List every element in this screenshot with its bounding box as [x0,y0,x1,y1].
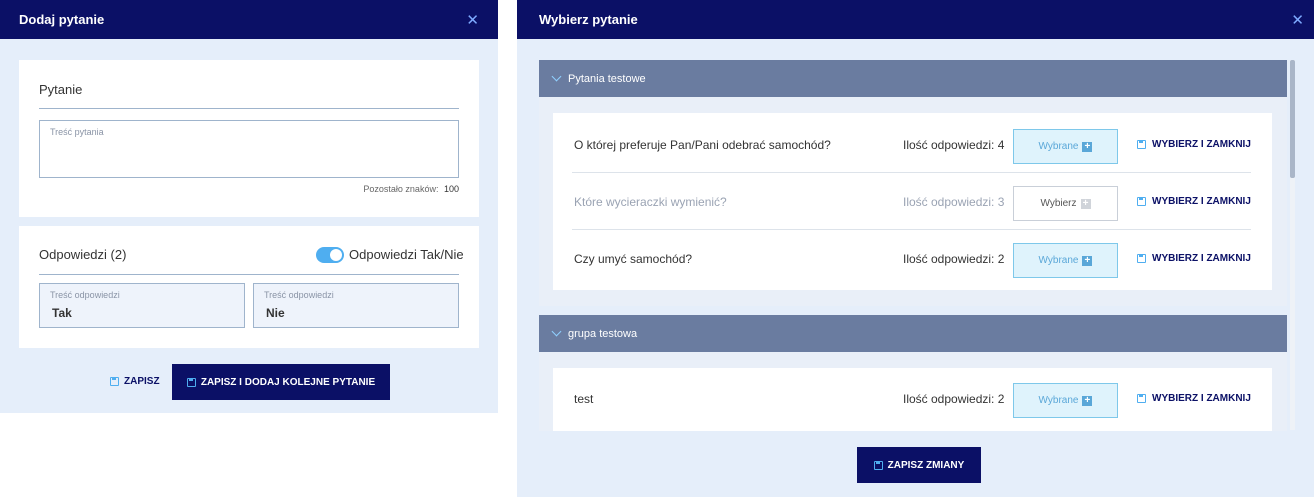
select-label: Wybrane [1038,255,1079,266]
add-question-dialog: Dodaj pytanie ✕ Pytanie Treść pytania Po… [0,0,498,413]
question-row: O której preferuje Pan/Pani odebrać samo… [552,116,1271,173]
question-card: Pytanie Treść pytania Pozostało znaków: … [19,60,479,217]
group-name: grupa testowa [568,327,638,340]
divider [39,274,459,275]
save-icon [186,377,196,387]
save-icon [1137,140,1146,149]
dialog-title: Dodaj pytanie [19,12,105,27]
select-and-close-label: WYBIERZ I ZAMKNIJ [1152,393,1251,404]
plus-icon: + [1082,141,1093,152]
question-text: Które wycieraczki wymienić? [574,194,727,209]
question-row: Czy umyć samochód? Ilość odpowiedzi: 2 W… [552,230,1271,287]
select-and-close-button[interactable]: WYBIERZ I ZAMKNIJ [1137,370,1251,427]
save-and-add-label: ZAPISZ I DODAJ KOLEJNE PYTANIE [200,376,376,388]
save-icon [1137,394,1146,403]
select-and-close-button[interactable]: WYBIERZ I ZAMKNIJ [1137,116,1251,173]
chars-left-label: Pozostało znaków: [363,184,439,194]
group-header-pytania-testowe[interactable]: Pytania testowe [539,60,1287,97]
question-text-field[interactable]: Treść pytania [39,120,459,178]
question-row: Które wycieraczki wymienić? Ilość odpowi… [552,173,1271,230]
select-and-close-label: WYBIERZ I ZAMKNIJ [1152,253,1251,264]
answer-value: Tak [52,306,72,320]
yes-no-toggle-label: Odpowiedzi Tak/Nie [349,247,464,262]
scrollbar[interactable] [1290,60,1295,430]
yes-no-toggle[interactable] [316,247,344,263]
chevron-down-icon [551,71,562,82]
group-name: Pytania testowe [568,72,646,85]
save-changes-button[interactable]: ZAPISZ ZMIANY [857,447,981,483]
answer-label: Treść odpowiedzi [50,290,120,300]
question-text: O której preferuje Pan/Pani odebrać samo… [574,137,831,152]
select-toggle-button[interactable]: Wybierz + [1013,186,1118,221]
save-icon [110,377,119,386]
chars-left-counter: Pozostało znaków: 100 [363,184,459,194]
save-icon [1137,197,1146,206]
scrollbar-thumb[interactable] [1290,60,1295,178]
chars-left-value: 100 [443,184,459,194]
dialog-titlebar: Wybierz pytanie ✕ [517,0,1314,39]
select-toggle-button[interactable]: Wybrane + [1013,129,1118,164]
plus-icon: + [1082,395,1093,406]
answer-count: Ilość odpowiedzi: 2 [903,391,1005,406]
plus-icon: + [1080,198,1091,209]
plus-icon: + [1082,255,1093,266]
answer-field-1[interactable]: Treść odpowiedzi Tak [39,283,245,328]
select-and-close-label: WYBIERZ I ZAMKNIJ [1152,139,1251,150]
answers-section-title: Odpowiedzi (2) [39,247,127,262]
select-and-close-button[interactable]: WYBIERZ I ZAMKNIJ [1137,230,1251,287]
question-section-title: Pytanie [39,82,83,97]
chevron-down-icon [551,326,562,337]
select-label: Wybierz [1040,198,1077,209]
group-header-grupa-testowa[interactable]: grupa testowa [539,315,1287,352]
select-and-close-button[interactable]: WYBIERZ I ZAMKNIJ [1137,173,1251,230]
save-and-add-button[interactable]: ZAPISZ I DODAJ KOLEJNE PYTANIE [172,364,390,400]
save-button-label: ZAPISZ [124,376,160,387]
save-icon [1137,254,1146,263]
answer-count: Ilość odpowiedzi: 3 [903,194,1005,209]
question-row: test Ilość odpowiedzi: 2 Wybrane + WYBIE… [552,370,1271,427]
divider [39,108,459,109]
choose-question-dialog: Wybierz pytanie ✕ Pytania testowe O któr… [517,0,1314,497]
answer-count: Ilość odpowiedzi: 4 [903,137,1005,152]
answer-label: Treść odpowiedzi [264,290,334,300]
save-icon [873,460,883,470]
close-icon[interactable]: ✕ [1291,11,1304,29]
question-text: test [574,391,594,406]
answer-field-2[interactable]: Treść odpowiedzi Nie [253,283,459,328]
select-and-close-label: WYBIERZ I ZAMKNIJ [1152,196,1251,207]
question-placeholder: Treść pytania [50,127,104,137]
dialog-title: Wybierz pytanie [539,12,638,27]
save-changes-label: ZAPISZ ZMIANY [887,459,965,471]
save-button[interactable]: ZAPISZ [110,376,160,387]
answer-value: Nie [266,306,285,320]
answer-count: Ilość odpowiedzi: 2 [903,251,1005,266]
close-icon[interactable]: ✕ [466,11,479,29]
dialog-titlebar: Dodaj pytanie ✕ [0,0,498,39]
select-toggle-button[interactable]: Wybrane + [1013,243,1118,278]
question-text: Czy umyć samochód? [574,251,693,266]
answers-card: Odpowiedzi (2) Odpowiedzi Tak/Nie Treść … [19,226,479,348]
select-toggle-button[interactable]: Wybrane + [1013,383,1118,418]
select-label: Wybrane [1038,395,1079,406]
select-label: Wybrane [1038,141,1079,152]
